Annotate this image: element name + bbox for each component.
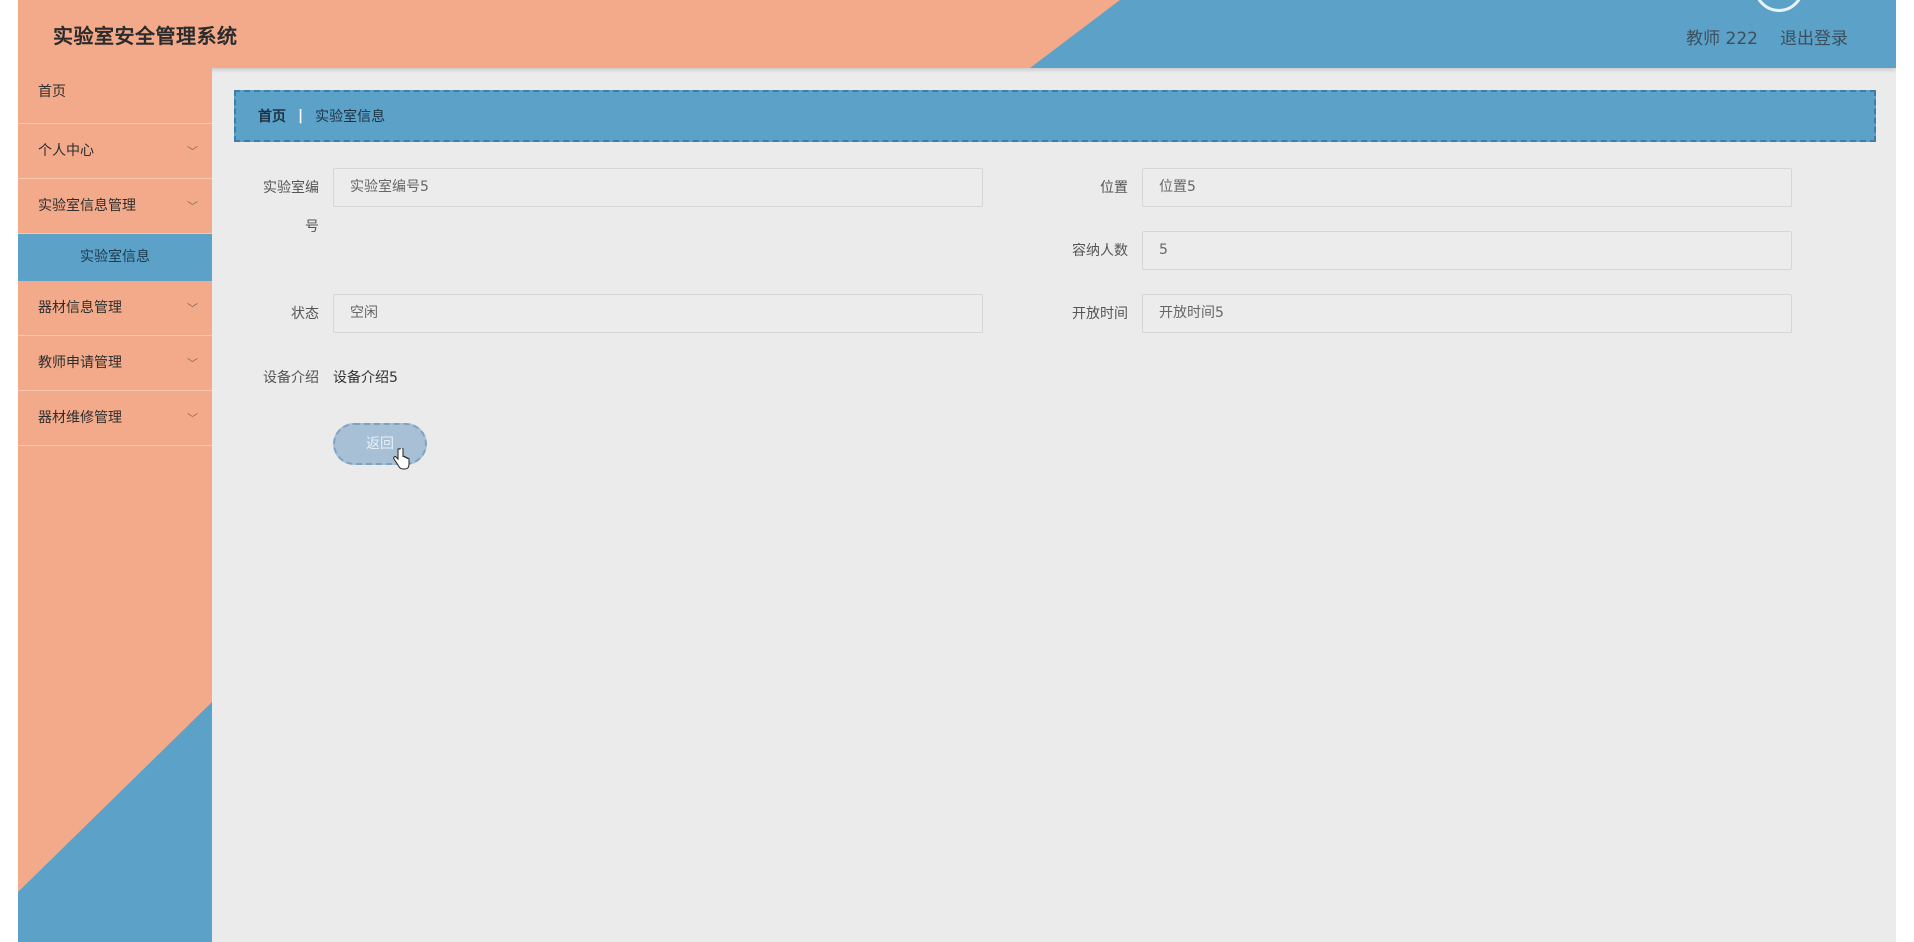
location-label: 位置 <box>1100 180 1128 196</box>
user-label: 教师 222 <box>1686 29 1758 49</box>
lab-number-label-suffix: 号 <box>305 219 319 235</box>
capacity-label: 容纳人数 <box>1072 243 1128 259</box>
location-field[interactable]: 位置5 <box>1142 168 1792 207</box>
open-time-label: 开放时间 <box>1072 306 1128 322</box>
breadcrumb-current: 实验室信息 <box>315 109 386 125</box>
chevron-down-icon: ﹀ <box>187 412 198 425</box>
sidebar: 首页 个人中心 ﹀ 实验室信息管理 ﹀ 实验室信息 器材信息管理 ﹀ 教师申请管… <box>18 68 212 942</box>
chevron-down-icon: ﹀ <box>187 357 198 370</box>
breadcrumb: 首页 | 实验室信息 <box>234 90 1876 142</box>
sidebar-subitem-lab-info[interactable]: 实验室信息 <box>18 234 212 281</box>
status-field[interactable]: 空闲 <box>333 294 983 333</box>
sidebar-item-personal-center[interactable]: 个人中心 ﹀ <box>18 124 212 179</box>
sidebar-decoration <box>18 702 212 942</box>
chevron-down-icon: ﹀ <box>187 302 198 315</box>
sidebar-item-teacher-application-management[interactable]: 教师申请管理 ﹀ <box>18 336 212 391</box>
breadcrumb-home[interactable]: 首页 <box>258 106 286 126</box>
lab-number-label: 实验室编 <box>263 180 319 196</box>
sidebar-item-home[interactable]: 首页 <box>18 68 212 124</box>
sidebar-item-lab-info-management[interactable]: 实验室信息管理 ﹀ <box>18 179 212 234</box>
app-window: 实验室安全管理系统 教师 222 退出登录 首页 个人中心 ﹀ 实验室信息管理 … <box>18 0 1896 942</box>
status-label: 状态 <box>291 306 319 322</box>
sidebar-item-label: 个人中心 <box>38 143 94 159</box>
sidebar-item-label: 教师申请管理 <box>38 355 122 371</box>
intro-value: 设备介绍5 <box>333 370 398 386</box>
chevron-down-icon: ﹀ <box>187 145 198 158</box>
open-time-field[interactable]: 开放时间5 <box>1142 294 1792 333</box>
sidebar-item-label: 实验室信息管理 <box>38 198 136 214</box>
header-user-area: 教师 222 退出登录 <box>1686 24 1848 49</box>
top-header: 实验室安全管理系统 教师 222 退出登录 <box>18 0 1896 68</box>
sidebar-item-equipment-info-management[interactable]: 器材信息管理 ﹀ <box>18 281 212 336</box>
sidebar-item-label: 器材维修管理 <box>38 410 122 426</box>
sidebar-item-equipment-repair-management[interactable]: 器材维修管理 ﹀ <box>18 391 212 446</box>
breadcrumb-separator: | <box>298 108 304 124</box>
sidebar-item-label: 首页 <box>38 84 66 100</box>
app-title: 实验室安全管理系统 <box>53 24 238 48</box>
header-decoration <box>18 0 1120 68</box>
chevron-down-icon: ﹀ <box>187 200 198 213</box>
back-button[interactable]: 返回 <box>333 423 427 465</box>
capacity-field[interactable]: 5 <box>1142 231 1792 270</box>
hand-cursor-icon <box>393 448 410 470</box>
sidebar-item-label: 器材信息管理 <box>38 300 122 316</box>
intro-label: 设备介绍 <box>263 370 319 386</box>
logout-link[interactable]: 退出登录 <box>1780 24 1848 49</box>
lab-number-field[interactable]: 实验室编号5 <box>333 168 983 207</box>
